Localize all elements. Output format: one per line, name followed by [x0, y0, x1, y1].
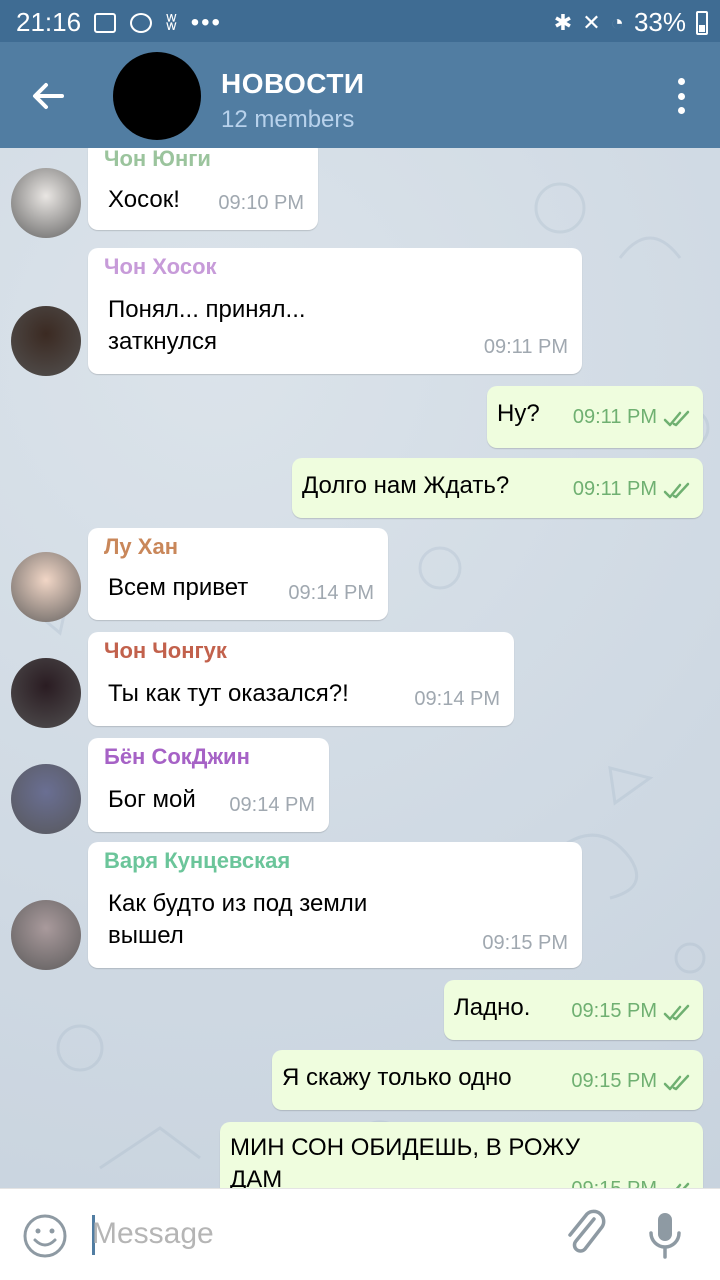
message-text: Я скажу только одно: [282, 1064, 512, 1091]
message-bubble[interactable]: Бён СокДжин Бог мой 09:14 PM: [88, 738, 329, 832]
message-text: Ты как тут оказался?!: [108, 680, 349, 707]
message-time: 09:14 PM: [288, 582, 374, 604]
message-input-bar: [0, 1188, 720, 1280]
message-text: Ну?: [497, 400, 540, 427]
group-avatar[interactable]: [113, 52, 201, 140]
message-text: Бог мой: [108, 786, 196, 813]
message-sender[interactable]: Бён СокДжин: [104, 744, 250, 770]
message-time: 09:15 PM: [482, 932, 568, 954]
message-text: Хосок!: [108, 186, 180, 213]
message-bubble[interactable]: Чон Юнги Хосок! 09:10 PM: [88, 148, 318, 230]
message-sender[interactable]: Чон Чонгук: [104, 638, 227, 664]
sender-avatar[interactable]: [11, 900, 81, 970]
mute-icon: ✕: [582, 9, 601, 35]
message-bubble[interactable]: Чон Хосок Понял... принял... заткнулся 09:…: [88, 248, 582, 374]
message-bubble[interactable]: Долго нам Ждать? 09:11 PM: [292, 458, 703, 518]
message-bubble[interactable]: Лу Хан Всем привет 09:14 PM: [88, 528, 388, 620]
message-bubble[interactable]: Варя Кунцевская Как будто из под земли вы…: [88, 842, 582, 968]
message-bubble[interactable]: Чон Чонгук Ты как тут оказался?! 09:14 PM: [88, 632, 514, 726]
more-notifications-icon: •••: [190, 9, 222, 36]
status-time: 21:16: [16, 7, 82, 37]
message-bubble[interactable]: Я скажу только одно 09:15 PM: [272, 1050, 703, 1110]
message-text: Понял... принял... заткнулся: [108, 296, 306, 355]
message-sender[interactable]: Чон Юнги: [104, 148, 211, 172]
members-count[interactable]: 12 members: [221, 106, 354, 134]
message-text: Долго нам Ждать?: [302, 472, 510, 499]
status-bar: 21:16 ʬ ••• ✱ ✕ ◔ 33%: [0, 0, 720, 42]
chat-title[interactable]: НОВОСТИ: [221, 68, 365, 100]
message-time: 09:15 PM: [571, 1000, 657, 1022]
message-time: 09:11 PM: [483, 336, 568, 358]
sender-avatar[interactable]: [11, 764, 81, 834]
microphone-icon[interactable]: [646, 1209, 684, 1261]
message-list[interactable]: Чон Юнги Хосок! 09:10 PM Чон Хосок Понял... …: [0, 148, 720, 1188]
read-ticks-icon: [663, 410, 690, 427]
read-ticks-icon: [663, 1004, 690, 1021]
message-sender[interactable]: Варя Кунцевская: [104, 848, 290, 874]
smile-icon[interactable]: [22, 1213, 68, 1259]
sender-avatar[interactable]: [11, 552, 81, 622]
app-notification-icon: [130, 13, 152, 33]
battery-icon: [696, 10, 708, 35]
paperclip-icon[interactable]: [562, 1207, 608, 1261]
read-ticks-icon: [663, 1074, 690, 1091]
sender-avatar[interactable]: [11, 306, 81, 376]
read-ticks-icon: [663, 482, 690, 499]
message-text: МИН СОН ОБИДЕШЬ, В РОЖУ ДАМ: [230, 1134, 580, 1188]
message-time: 09:11 PM: [572, 406, 657, 428]
sender-avatar[interactable]: [11, 658, 81, 728]
message-bubble[interactable]: Ладно. 09:15 PM: [444, 980, 703, 1040]
message-time: 09:11 PM: [572, 478, 657, 500]
message-text: Как будто из под земли вышел: [108, 890, 368, 949]
sender-avatar[interactable]: [11, 168, 81, 238]
w-notification-icon: ʬ: [166, 10, 177, 35]
message-time: 09:14 PM: [414, 688, 500, 710]
message-sender[interactable]: Лу Хан: [104, 534, 178, 560]
message-time: 09:15 PM: [571, 1070, 657, 1092]
message-time: 09:14 PM: [229, 794, 315, 816]
message-bubble[interactable]: Ну? 09:11 PM: [487, 386, 703, 448]
message-bubble[interactable]: МИН СОН ОБИДЕШЬ, В РОЖУ ДАМ09:15 PM: [220, 1122, 703, 1188]
message-input[interactable]: [92, 1211, 532, 1257]
arrow-left-icon[interactable]: [28, 76, 68, 116]
wifi-signal-icon: ◔: [610, 9, 624, 35]
more-vertical-icon[interactable]: [672, 78, 690, 114]
message-text: Ладно.: [454, 994, 531, 1021]
image-notification-icon: [94, 13, 116, 33]
message-text: Всем привет: [108, 574, 249, 601]
bluetooth-icon: ✱: [553, 9, 573, 35]
message-time: 09:15 PM: [571, 1178, 657, 1188]
chat-header: НОВОСТИ 12 members: [0, 42, 720, 148]
message-time: 09:10 PM: [218, 192, 304, 214]
message-sender[interactable]: Чон Хосок: [104, 254, 217, 280]
battery-percent: 33%: [633, 7, 686, 37]
